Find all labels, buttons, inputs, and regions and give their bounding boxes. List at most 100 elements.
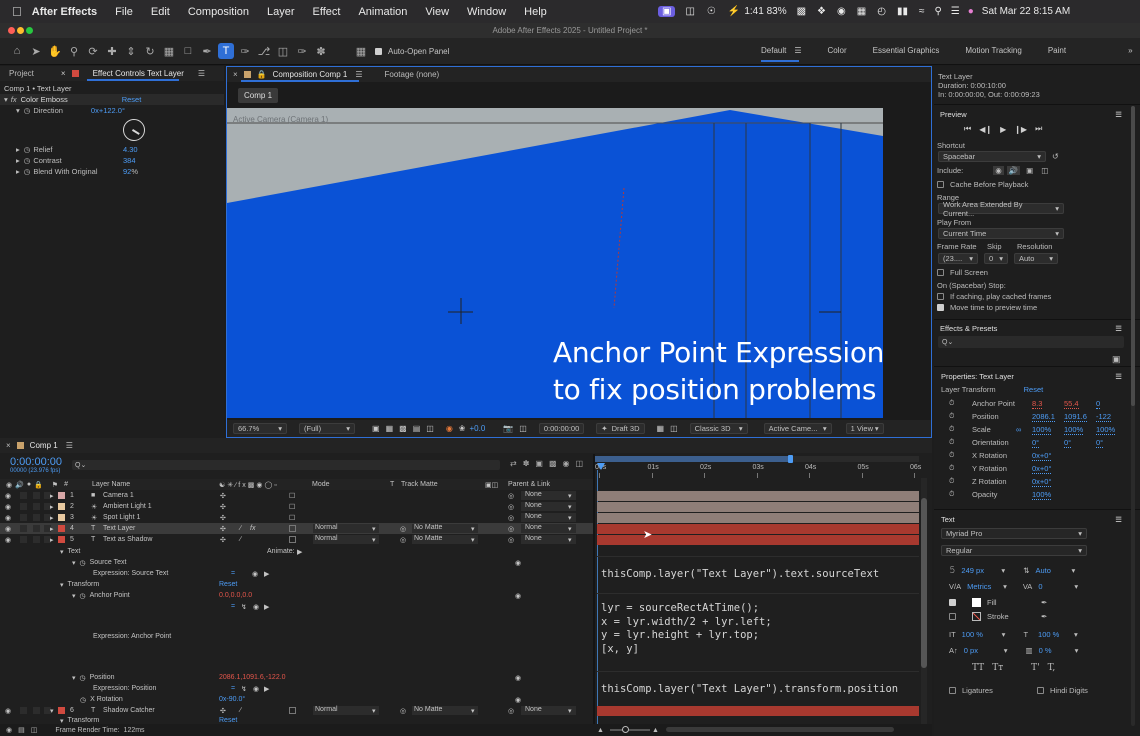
expression-graph-icon[interactable]: ◉ xyxy=(252,570,258,578)
collapse-switch-icon[interactable]: ✣ xyxy=(220,707,226,715)
layer-duration-bar[interactable] xyxy=(597,706,919,716)
menu-effect[interactable]: Effect xyxy=(313,6,341,18)
collapse-switch-icon[interactable]: ✣ xyxy=(220,525,226,533)
kerning-value[interactable]: Metrics xyxy=(967,582,1003,591)
transform-reset-link[interactable]: Reset xyxy=(219,581,237,588)
layer-name-header[interactable]: Layer Name xyxy=(92,481,130,488)
first-frame-icon[interactable]: ⏮ xyxy=(964,124,971,134)
timeline-scrollbar[interactable] xyxy=(921,478,927,728)
pen-tool-icon[interactable]: ✒ xyxy=(199,43,215,59)
chevron-down-icon[interactable]: ▾ xyxy=(372,707,376,715)
timeline-search-input[interactable]: Q⌄ xyxy=(72,460,500,470)
stopwatch-icon[interactable]: ◷ xyxy=(24,106,31,115)
layer-row[interactable]: ◉ ▾ 6 T Shadow Catcher ✣ ∕ Normal ▾ ◎ No Matte ▾ ◎ No… xyxy=(0,705,593,716)
eyedropper-icon[interactable]: ✒ xyxy=(1041,612,1047,621)
menu-animation[interactable]: Animation xyxy=(358,6,407,18)
expression-enable-icon[interactable]: = xyxy=(231,570,235,577)
expression-graph-icon[interactable]: ↯ xyxy=(241,685,247,693)
workspace-default[interactable]: Default xyxy=(761,46,786,55)
stopwatch-icon[interactable]: ◷ xyxy=(80,696,86,704)
eraser-tool-icon[interactable]: ◫ xyxy=(275,43,291,59)
layer-name[interactable]: Text Layer xyxy=(103,525,135,532)
transform-value[interactable]: 55.4 xyxy=(1064,399,1079,409)
audio-switch[interactable] xyxy=(20,514,27,521)
panel-menu-icon[interactable]: ☰ xyxy=(1115,515,1122,524)
stroke-checkbox[interactable] xyxy=(949,612,956,620)
3d-extended-icon[interactable]: ◫ xyxy=(670,424,678,433)
rotate-tool-icon[interactable]: ↻ xyxy=(142,43,158,59)
chevron-down-icon[interactable]: ▾ xyxy=(568,707,572,715)
visibility-eye-icon[interactable]: ◉ xyxy=(5,514,11,522)
3d-ground-icon[interactable]: ▦ xyxy=(657,424,665,433)
chevron-down-icon[interactable]: ▾ xyxy=(1074,630,1078,639)
menu-file[interactable]: File xyxy=(115,6,133,18)
3d-layer-switch[interactable] xyxy=(289,707,296,714)
expression-language-icon[interactable]: ▶ xyxy=(264,570,269,578)
expression-position[interactable]: thisComp.layer("Text Layer").transform.p… xyxy=(601,683,898,695)
zoom-out-icon[interactable]: ▲ xyxy=(597,727,604,734)
track-matte-dropdown[interactable]: No Matte xyxy=(412,524,478,533)
layer-label-color[interactable] xyxy=(58,525,65,532)
selection-tool-icon[interactable]: ➤ xyxy=(28,43,44,59)
baseline-shift-value[interactable]: 0 px xyxy=(964,646,1004,655)
brush-tool-icon[interactable]: ✑ xyxy=(237,43,253,59)
snapshot-icon[interactable]: 📷 xyxy=(503,424,513,433)
stopwatch-icon[interactable]: ⏱ xyxy=(949,400,954,408)
shy-icon[interactable]: ▣ xyxy=(535,459,543,468)
siri-icon[interactable]: ● xyxy=(968,6,974,17)
clock-icon[interactable]: ◴ xyxy=(877,6,886,17)
expression-graph-icon[interactable]: ↯ xyxy=(241,603,247,611)
vertical-scale-value[interactable]: 100 % xyxy=(962,630,1002,639)
transform-value[interactable]: 0x+0° xyxy=(1032,477,1052,487)
track-matte-dropdown[interactable]: No Matte xyxy=(412,706,478,715)
camera-icon[interactable]: ▩ xyxy=(797,6,806,17)
zoom-dropdown[interactable]: 66.7% ▾ xyxy=(233,423,287,434)
panel-menu-icon[interactable]: ☰ xyxy=(1115,110,1122,119)
panel-divider[interactable] xyxy=(593,454,595,736)
close-tab-icon[interactable]: × xyxy=(61,69,66,78)
next-frame-icon[interactable]: ❙▶ xyxy=(1014,125,1027,134)
play-icon[interactable]: ▶ xyxy=(1000,125,1006,134)
all-caps-icon[interactable]: TT xyxy=(972,663,984,673)
twirl-icon[interactable]: ▸ xyxy=(50,492,54,500)
quality-switch-icon[interactable]: ∕ xyxy=(240,707,241,714)
horizontal-scale-value[interactable]: 100 % xyxy=(1038,630,1074,639)
include-video-icon[interactable]: ◉ xyxy=(993,166,1004,175)
resolution-dropdown[interactable]: (Full) ▾ xyxy=(299,423,355,434)
transform-value[interactable]: 0° xyxy=(1096,438,1104,448)
visibility-eye-icon[interactable]: ◉ xyxy=(5,707,11,715)
layer-name[interactable]: Camera 1 xyxy=(103,492,134,499)
chevron-down-icon[interactable]: ▾ xyxy=(1001,566,1005,575)
view-layout-dropdown[interactable]: 1 View ▾ xyxy=(845,423,884,434)
orbit-tool-icon[interactable]: ⟳ xyxy=(85,43,101,59)
chevron-down-icon[interactable]: ▾ xyxy=(1071,566,1075,575)
draft-3d-toggle-icon[interactable]: ✽ xyxy=(523,459,530,468)
layer-row[interactable]: ◉ ▸ 3 ☀ Spot Light 1 ✣ ☐ ◎ None ▾ xyxy=(0,512,593,523)
layer-duration-bar[interactable] xyxy=(597,502,919,512)
solo-switch[interactable] xyxy=(33,492,40,499)
transform-value[interactable]: 1091.6 xyxy=(1064,412,1087,422)
layer-row[interactable]: ◉ ▸ 2 ☀ Ambient Light 1 ✣ ☐ ◎ None ▾ xyxy=(0,501,593,512)
exposure-value[interactable]: +0.0 xyxy=(470,424,486,433)
expression-anchor-line-4[interactable]: [x, y] xyxy=(601,643,639,655)
twirl-icon[interactable]: ▸ xyxy=(50,503,54,511)
stopwatch-icon[interactable]: ⏱ xyxy=(949,452,954,460)
solo-switch[interactable] xyxy=(33,525,40,532)
expression-link-icon[interactable]: ◉ xyxy=(515,592,521,600)
playfrom-dropdown[interactable]: Current Time ▾ xyxy=(938,228,1064,239)
zoom-tool-icon[interactable]: ⚲ xyxy=(66,43,82,59)
relief-value[interactable]: 4.30 xyxy=(123,145,138,154)
visibility-eye-icon[interactable]: ◉ xyxy=(5,492,11,500)
chevron-down-icon[interactable]: ▾ xyxy=(1002,630,1006,639)
twirl-open-icon[interactable]: ▾ xyxy=(72,674,76,682)
parent-pickwhip-icon[interactable]: ◎ xyxy=(508,503,514,511)
transform-value[interactable]: 100% xyxy=(1064,425,1084,435)
show-snapshot-icon[interactable]: ◫ xyxy=(519,424,527,433)
collapse-switch-icon[interactable]: ✣ xyxy=(220,536,226,544)
solo-switch[interactable] xyxy=(33,514,40,521)
camera-view-dropdown[interactable]: Active Came... ▾ xyxy=(763,423,832,434)
close-window-icon[interactable] xyxy=(8,27,15,34)
screen-record-icon[interactable]: ▣ xyxy=(658,6,676,17)
chevron-down-icon[interactable]: ▾ xyxy=(372,536,376,544)
twirl-open-icon[interactable]: ▾ xyxy=(72,559,76,567)
